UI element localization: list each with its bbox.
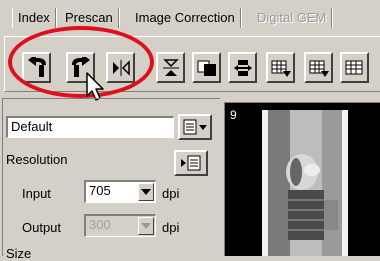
output-unit: dpi — [162, 220, 180, 235]
grid-arrow-icon — [309, 60, 329, 77]
tab-bar: Index Prescan Image Correction Digital G… — [0, 0, 380, 30]
grid-icon — [345, 60, 362, 74]
settings-b-button[interactable] — [304, 52, 333, 83]
input-dropdown-arrow[interactable] — [138, 183, 154, 201]
photo-image — [262, 110, 348, 256]
resolution-label: Resolution — [6, 152, 68, 167]
invert-button[interactable] — [192, 52, 221, 83]
grid-arrow-icon — [271, 60, 291, 77]
resolution-menu-button[interactable] — [174, 150, 208, 176]
frame-number: 9 — [230, 108, 237, 122]
list-dropdown-icon — [183, 119, 207, 135]
chevron-down-icon — [141, 189, 151, 195]
invert-icon — [197, 60, 216, 76]
settings-c-button[interactable] — [340, 52, 369, 83]
tab-index[interactable]: Index — [12, 8, 56, 28]
size-label: Size — [6, 246, 32, 261]
input-unit: dpi — [162, 186, 180, 201]
swap-button[interactable] — [228, 52, 257, 83]
tab-prescan[interactable]: Prescan — [60, 8, 119, 28]
tab-digital-gem: Digital GEM — [252, 8, 333, 28]
highlight-ring — [8, 26, 154, 98]
arrow-list-icon — [181, 155, 201, 171]
chevron-down-icon — [141, 223, 151, 229]
swap-icon — [233, 59, 252, 76]
preset-field[interactable]: Default — [6, 116, 174, 138]
input-label: Input — [22, 186, 51, 201]
flip-vertical-icon — [162, 58, 179, 76]
frame-thumbnail[interactable] — [262, 110, 348, 256]
output-label: Output — [22, 220, 62, 235]
tab-image-correction[interactable]: Image Correction — [130, 8, 241, 28]
settings-a-button[interactable] — [266, 52, 295, 83]
flip-vertical-button[interactable] — [156, 52, 185, 83]
preset-menu-button[interactable] — [178, 114, 212, 140]
output-dropdown-arrow — [138, 217, 154, 235]
